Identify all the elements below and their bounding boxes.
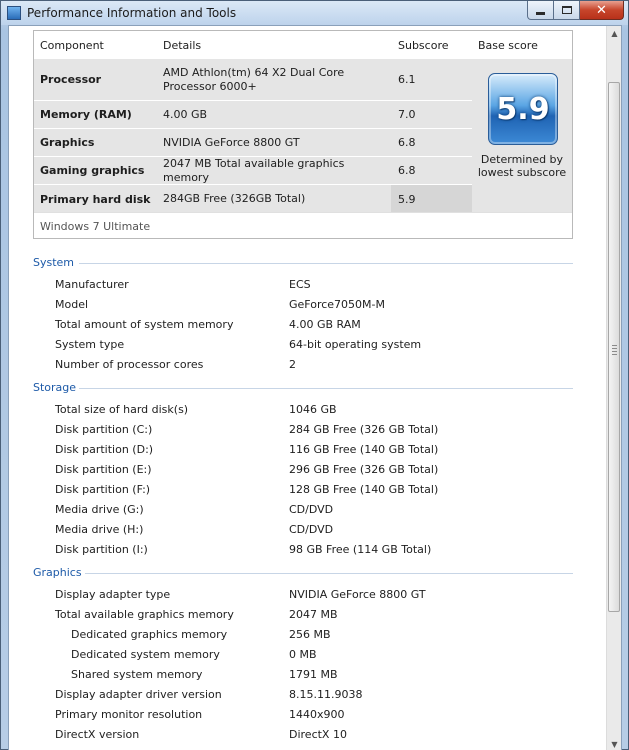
storage-label: Disk partition (C:)	[55, 423, 153, 436]
storage-value: 98 GB Free (114 GB Total)	[289, 543, 432, 556]
system-value: ECS	[289, 278, 311, 291]
score-row-processor: Processor AMD Athlon(tm) 64 X2 Dual Core…	[34, 59, 472, 101]
score-row-memory: Memory (RAM) 4.00 GB 7.0	[34, 101, 472, 129]
base-score-badge: 5.9	[488, 73, 558, 145]
row-component: Processor	[40, 73, 102, 86]
section-divider	[79, 263, 573, 264]
caption-buttons: ✕	[527, 1, 624, 20]
score-row-gaming-graphics: Gaming graphics 2047 MB Total available …	[34, 157, 472, 185]
row-details: 284GB Free (326GB Total)	[163, 192, 306, 205]
graphics-label: Display adapter driver version	[55, 688, 222, 701]
header-details: Details	[163, 39, 202, 52]
system-label: Number of processor cores	[55, 358, 204, 371]
graphics-label: Total available graphics memory	[55, 608, 234, 621]
minimize-button[interactable]	[527, 1, 554, 20]
app-icon	[7, 6, 21, 20]
row-subscore: 6.1	[398, 73, 416, 86]
graphics-label: Display adapter type	[55, 588, 171, 601]
storage-value: 296 GB Free (326 GB Total)	[289, 463, 439, 476]
scroll-down-icon[interactable]: ▼	[607, 737, 621, 750]
system-label: System type	[55, 338, 125, 351]
header-base-score: Base score	[478, 39, 538, 52]
row-details: AMD Athlon(tm) 64 X2 Dual Core Processor…	[163, 65, 345, 93]
row-details: 4.00 GB	[163, 107, 208, 121]
row-details: 2047 MB Total available graphics memory	[163, 156, 345, 184]
windows-edition: Windows 7 Ultimate	[34, 212, 572, 239]
score-row-hard-disk: Primary hard disk 284GB Free (326GB Tota…	[34, 185, 472, 213]
vertical-scrollbar[interactable]: ▲ ▼	[606, 26, 621, 750]
storage-label: Total size of hard disk(s)	[55, 403, 189, 416]
section-title-storage: Storage	[33, 381, 77, 394]
base-score-panel: 5.9 Determined by lowest subscore	[472, 59, 572, 212]
score-table: Component Details Subscore Base score Pr…	[33, 30, 573, 239]
storage-label: Media drive (G:)	[55, 503, 144, 516]
header-component: Component	[40, 39, 104, 52]
system-value: 64-bit operating system	[289, 338, 422, 351]
row-component: Memory (RAM)	[40, 108, 132, 121]
system-value: 4.00 GB RAM	[289, 318, 361, 331]
storage-value: 116 GB Free (140 GB Total)	[289, 443, 439, 456]
system-label: Model	[55, 298, 89, 311]
header-subscore: Subscore	[398, 39, 449, 52]
score-row-graphics: Graphics NVIDIA GeForce 8800 GT 6.8	[34, 129, 472, 157]
storage-label: Disk partition (F:)	[55, 483, 151, 496]
storage-label: Disk partition (I:)	[55, 543, 148, 556]
section-divider	[85, 573, 573, 574]
graphics-value: DirectX 10	[289, 728, 347, 741]
content-pane: Component Details Subscore Base score Pr…	[8, 25, 622, 750]
graphics-label: Dedicated graphics memory	[71, 628, 228, 641]
system-value: GeForce7050M-M	[289, 298, 385, 311]
graphics-label: DirectX version	[55, 728, 140, 741]
section-title-graphics: Graphics	[33, 566, 82, 579]
minimize-icon	[536, 11, 545, 15]
performance-window: Performance Information and Tools ✕ Comp…	[0, 0, 629, 750]
base-score-caption: Determined by lowest subscore	[472, 153, 572, 179]
storage-label: Media drive (H:)	[55, 523, 144, 536]
row-component: Primary hard disk	[40, 192, 151, 206]
row-subscore: 7.0	[398, 108, 416, 121]
row-details: NVIDIA GeForce 8800 GT	[163, 135, 300, 149]
close-icon: ✕	[596, 2, 607, 18]
close-button[interactable]: ✕	[580, 1, 624, 20]
score-table-header: Component Details Subscore Base score	[34, 31, 572, 59]
row-subscore: 5.9	[391, 185, 472, 213]
storage-value: CD/DVD	[289, 523, 334, 536]
graphics-value: 8.15.11.9038	[289, 688, 363, 701]
graphics-label: Dedicated system memory	[71, 648, 220, 661]
storage-value: CD/DVD	[289, 503, 334, 516]
scroll-up-icon[interactable]: ▲	[607, 26, 621, 41]
maximize-icon	[561, 6, 572, 14]
base-caption-line-1: Determined by	[480, 153, 564, 166]
row-component: Graphics	[40, 136, 95, 149]
graphics-label: Shared system memory	[71, 668, 203, 681]
storage-value: 1046 GB	[289, 403, 337, 416]
row-subscore: 6.8	[398, 164, 416, 177]
base-score-value: 5.9	[496, 91, 550, 127]
graphics-value: 1791 MB	[289, 668, 338, 681]
scroll-thumb[interactable]	[608, 82, 620, 612]
grip-icon	[612, 345, 617, 357]
graphics-value: 2047 MB	[289, 608, 338, 621]
storage-value: 128 GB Free (140 GB Total)	[289, 483, 439, 496]
section-title-system: System	[33, 256, 75, 269]
graphics-value: 1440x900	[289, 708, 345, 721]
storage-value: 284 GB Free (326 GB Total)	[289, 423, 439, 436]
storage-label: Disk partition (D:)	[55, 443, 154, 456]
graphics-value: 0 MB	[289, 648, 317, 661]
system-label: Manufacturer	[55, 278, 129, 291]
graphics-value: 256 MB	[289, 628, 331, 641]
section-divider	[79, 388, 573, 389]
maximize-button[interactable]	[554, 1, 580, 20]
row-subscore: 6.8	[398, 136, 416, 149]
system-value: 2	[289, 358, 296, 371]
storage-label: Disk partition (E:)	[55, 463, 152, 476]
base-caption-line-2: lowest subscore	[477, 166, 567, 179]
system-label: Total amount of system memory	[55, 318, 234, 331]
window-title: Performance Information and Tools	[27, 6, 237, 20]
graphics-label: Primary monitor resolution	[55, 708, 203, 721]
graphics-value: NVIDIA GeForce 8800 GT	[289, 588, 426, 601]
row-component: Gaming graphics	[40, 164, 145, 177]
title-bar[interactable]: Performance Information and Tools ✕	[1, 1, 628, 25]
